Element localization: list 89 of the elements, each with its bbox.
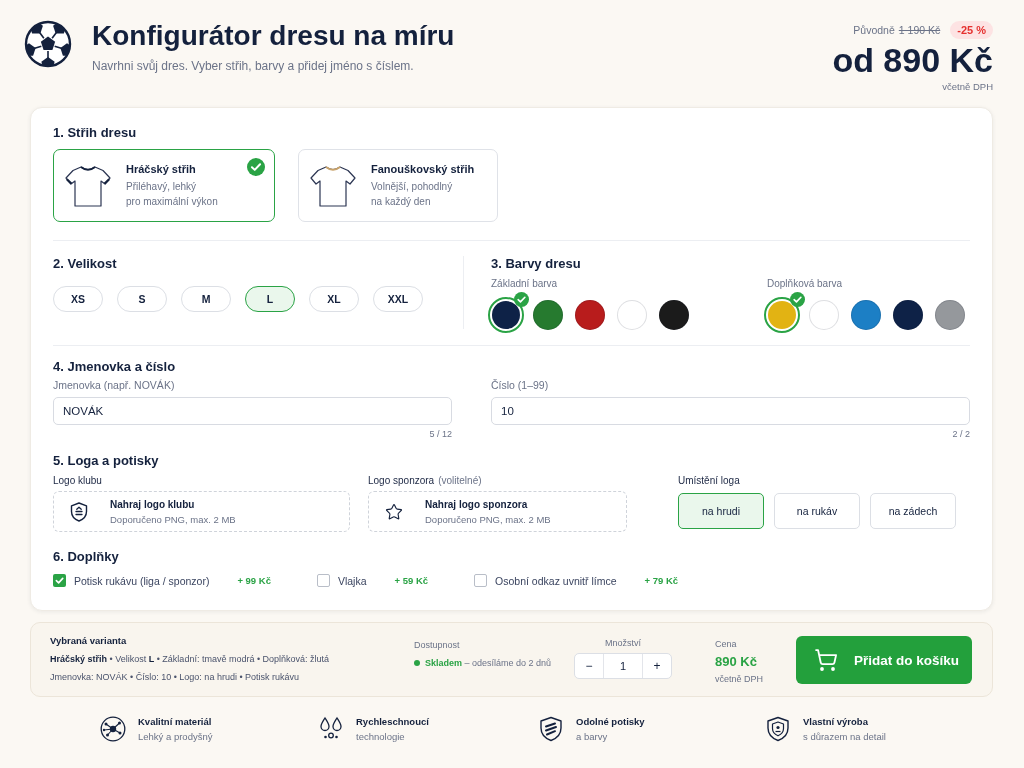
feature-subtitle: a barvy xyxy=(576,730,608,743)
upload-dropzone[interactable]: Nahraj logo klubu Doporučeno PNG, max. 2 MB xyxy=(53,491,350,532)
section-title: 6. Doplňky xyxy=(53,549,119,565)
color-swatch[interactable] xyxy=(659,300,689,330)
original-price: 1 190 Kč xyxy=(898,24,941,36)
star-icon xyxy=(385,502,403,521)
addon-label: Osobní odkaz uvnitř límce xyxy=(495,574,617,587)
optional-note: (volitelné) xyxy=(438,475,482,487)
color-swatch[interactable] xyxy=(617,300,647,330)
feature-subtitle: s důrazem na detail xyxy=(803,730,886,743)
page-subtitle: Navrhni svůj dres. Vyber střih, barvy a přidej jméno s číslem. xyxy=(92,58,414,74)
cart-icon xyxy=(814,648,838,672)
quantity-stepper[interactable]: − 1 + xyxy=(574,653,672,679)
cut-option-card[interactable]: Fanouškovský střih Volnější, pohodlný na každý den xyxy=(298,149,498,222)
feature-title: Rychleschnoucí xyxy=(356,715,429,728)
color-swatch[interactable] xyxy=(488,297,524,333)
checkbox[interactable] xyxy=(316,574,330,587)
placement-option[interactable]: na zádech xyxy=(870,493,956,529)
summary-title: Vybraná varianta xyxy=(50,635,127,647)
section-title: 1. Střih dresu xyxy=(53,125,137,141)
size-option[interactable]: M xyxy=(181,286,231,312)
quantity-label: Množství xyxy=(605,637,641,649)
size-option[interactable]: XS xyxy=(53,286,103,312)
total-label: Cena xyxy=(715,638,737,650)
section-title: 4. Jmenovka a číslo xyxy=(53,359,176,375)
color-swatch[interactable] xyxy=(809,300,839,330)
feature-title: Vlastní výroba xyxy=(803,715,868,728)
upload-label: Logo sponzora xyxy=(368,475,435,487)
color-swatch[interactable] xyxy=(893,300,923,330)
availability-label: Dostupnost xyxy=(414,639,460,651)
page-title: Konfigurátor dresu na míru xyxy=(92,20,455,52)
check-icon xyxy=(790,292,805,307)
shield-icon xyxy=(70,501,88,522)
availability-status: Skladem – odesíláme do 2 dnů xyxy=(425,657,552,669)
size-option[interactable]: XXL xyxy=(373,286,423,312)
color-group-label: Doplňková barva xyxy=(767,278,843,290)
shield-icon xyxy=(538,716,564,742)
check-icon xyxy=(514,292,529,307)
summary-line: Hráčský střih • Velikost L • Základní: tmavě modrá • Doplňková: žlutá xyxy=(50,653,330,665)
section-title: 2. Velikost xyxy=(53,256,117,272)
addon-price: + 59 Kč xyxy=(394,575,429,586)
placement-label: Umístění loga xyxy=(678,475,740,487)
text-input[interactable]: 10 xyxy=(491,397,970,425)
soccer-ball-icon xyxy=(24,20,72,68)
checkbox[interactable] xyxy=(474,574,488,587)
field-label: Jmenovka (např. NOVÁK) xyxy=(53,379,175,391)
molecule-icon xyxy=(100,716,126,742)
decrement-button[interactable]: − xyxy=(575,654,603,678)
feature-title: Odolné potisky xyxy=(576,715,645,728)
original-price-label: Původně xyxy=(853,24,895,36)
shield-emblem-icon xyxy=(765,716,791,742)
quantity-input[interactable]: 1 xyxy=(603,654,643,678)
total-price: 890 Kč xyxy=(715,654,757,670)
checkbox[interactable] xyxy=(53,574,66,587)
status-dot-icon xyxy=(414,660,420,666)
character-counter: 2 / 2 xyxy=(952,429,970,439)
feature-subtitle: Lehký a prodyšný xyxy=(138,730,213,743)
color-group-label: Základní barva xyxy=(491,278,558,290)
placement-option[interactable]: na hrudi xyxy=(678,493,764,529)
upload-dropzone[interactable]: Nahraj logo sponzora Doporučeno PNG, max. 2 MB xyxy=(368,491,627,532)
feature-title: Kvalitní materiál xyxy=(138,715,212,728)
price: od 890 Kč xyxy=(832,42,993,78)
check-icon xyxy=(247,158,265,176)
field-label: Číslo (1–99) xyxy=(491,379,549,391)
section-title: 5. Loga a potisky xyxy=(53,453,159,469)
cut-option-card[interactable]: Hráčský střih Přiléhavý, lehký pro maximální výkon xyxy=(53,149,275,222)
placement-option[interactable]: na rukáv xyxy=(774,493,860,529)
section-title: 3. Barvy dresu xyxy=(491,256,581,272)
color-swatch[interactable] xyxy=(851,300,881,330)
color-swatch[interactable] xyxy=(575,300,605,330)
color-swatch[interactable] xyxy=(533,300,563,330)
price-note: včetně DPH xyxy=(942,81,993,92)
size-option[interactable]: S xyxy=(117,286,167,312)
upload-label: Logo klubu xyxy=(53,475,102,487)
addon-label: Potisk rukávu (liga / sponzor) xyxy=(74,574,210,587)
color-swatch[interactable] xyxy=(935,300,965,330)
character-counter: 5 / 12 xyxy=(429,429,452,439)
size-option[interactable]: XL xyxy=(309,286,359,312)
discount-badge: -25 % xyxy=(950,21,993,39)
feature-subtitle: technologie xyxy=(356,730,405,743)
increment-button[interactable]: + xyxy=(643,654,671,678)
addon-price: + 79 Kč xyxy=(644,575,679,586)
color-swatch[interactable] xyxy=(764,297,800,333)
size-option[interactable]: L xyxy=(245,286,295,312)
text-input[interactable]: NOVÁK xyxy=(53,397,452,425)
summary-line: Jmenovka: NOVÁK • Číslo: 10 • Logo: na hrudi • Potisk rukávu xyxy=(50,671,300,683)
addon-price: + 99 Kč xyxy=(237,575,271,586)
addon-label: Vlajka xyxy=(337,574,367,587)
total-note: včetně DPH xyxy=(715,673,764,685)
